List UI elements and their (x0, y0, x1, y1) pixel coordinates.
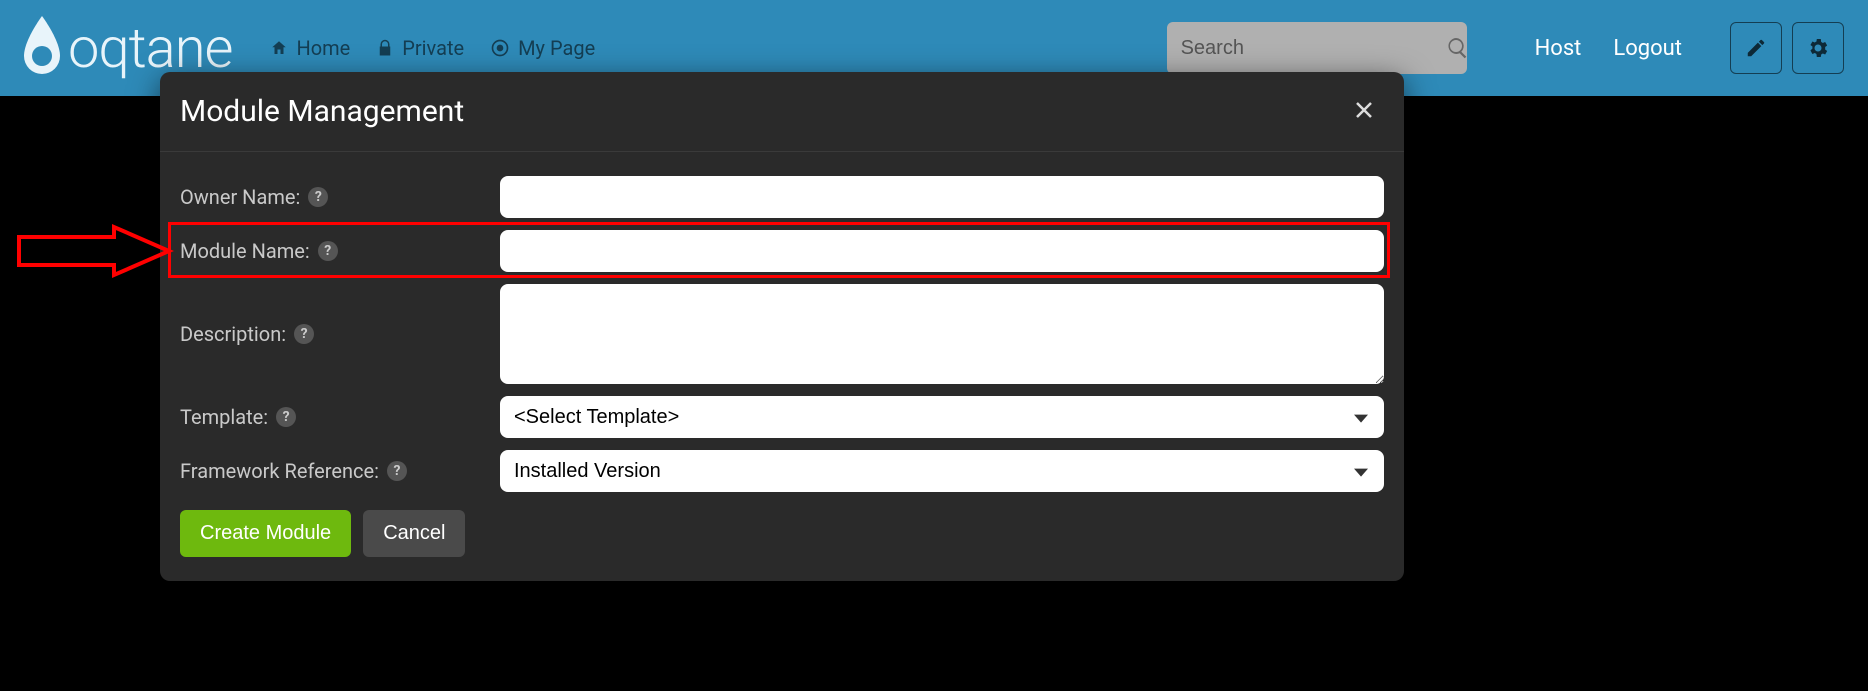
modal-header: Module Management (160, 72, 1404, 152)
search-box (1167, 22, 1467, 74)
cancel-button[interactable]: Cancel (363, 510, 465, 557)
host-link[interactable]: Host (1535, 36, 1582, 61)
framework-label-text: Framework Reference: (180, 459, 379, 483)
framework-label: Framework Reference: ? (180, 451, 490, 491)
description-input[interactable] (500, 284, 1384, 384)
modal-title: Module Management (180, 94, 464, 129)
owner-name-input[interactable] (500, 176, 1384, 218)
modal-body: Owner Name: ? Module Name: ? Description… (160, 152, 1404, 581)
module-name-label-text: Module Name: (180, 239, 310, 263)
target-icon (490, 38, 510, 58)
nav-home-label: Home (296, 36, 350, 60)
edit-page-button[interactable] (1730, 22, 1782, 74)
search-icon (1446, 36, 1470, 60)
framework-select[interactable]: Installed Version (500, 450, 1384, 492)
template-select[interactable]: <Select Template> (500, 396, 1384, 438)
template-select-wrap: <Select Template> (500, 396, 1384, 438)
template-label-text: Template: (180, 405, 268, 429)
home-icon (270, 39, 288, 57)
module-name-label: Module Name: ? (180, 231, 490, 271)
brand-logo[interactable]: oqtane (18, 16, 232, 80)
search-button[interactable] (1446, 36, 1470, 60)
module-name-input[interactable] (500, 230, 1384, 272)
owner-name-row: Owner Name: ? (180, 170, 1384, 224)
framework-row: Framework Reference: ? Installed Version (180, 444, 1384, 498)
pencil-icon (1745, 37, 1767, 59)
help-icon[interactable]: ? (276, 407, 296, 427)
nav-mypage-label: My Page (518, 36, 595, 60)
search-input[interactable] (1181, 37, 1446, 60)
modal-actions: Create Module Cancel (180, 498, 1384, 557)
help-icon[interactable]: ? (294, 324, 314, 344)
description-label: Description: ? (180, 284, 490, 354)
annotation-arrow (14, 223, 174, 279)
gear-icon (1806, 36, 1830, 60)
nav-private-label: Private (402, 36, 464, 60)
admin-buttons (1730, 22, 1844, 74)
template-label: Template: ? (180, 397, 490, 437)
help-icon[interactable]: ? (308, 187, 328, 207)
template-row: Template: ? <Select Template> (180, 390, 1384, 444)
help-icon[interactable]: ? (318, 241, 338, 261)
nav-home[interactable]: Home (270, 36, 350, 60)
account-links: Host Logout (1535, 36, 1682, 61)
owner-name-label-text: Owner Name: (180, 185, 300, 209)
module-management-modal: Module Management Owner Name: ? Module N… (160, 72, 1404, 581)
create-module-button[interactable]: Create Module (180, 510, 351, 557)
module-name-row: Module Name: ? (180, 224, 1384, 278)
nav-private[interactable]: Private (376, 36, 464, 60)
framework-select-wrap: Installed Version (500, 450, 1384, 492)
close-icon (1352, 110, 1376, 125)
logout-link[interactable]: Logout (1613, 36, 1682, 61)
brand-name: oqtane (68, 20, 232, 76)
owner-name-label: Owner Name: ? (180, 177, 490, 217)
primary-nav: Home Private My Page (270, 36, 595, 60)
settings-button[interactable] (1792, 22, 1844, 74)
lock-icon (376, 39, 394, 57)
description-label-text: Description: (180, 322, 286, 346)
description-row: Description: ? (180, 278, 1384, 390)
help-icon[interactable]: ? (387, 461, 407, 481)
modal-close-button[interactable] (1352, 98, 1376, 125)
drop-icon (18, 16, 66, 80)
nav-mypage[interactable]: My Page (490, 36, 595, 60)
